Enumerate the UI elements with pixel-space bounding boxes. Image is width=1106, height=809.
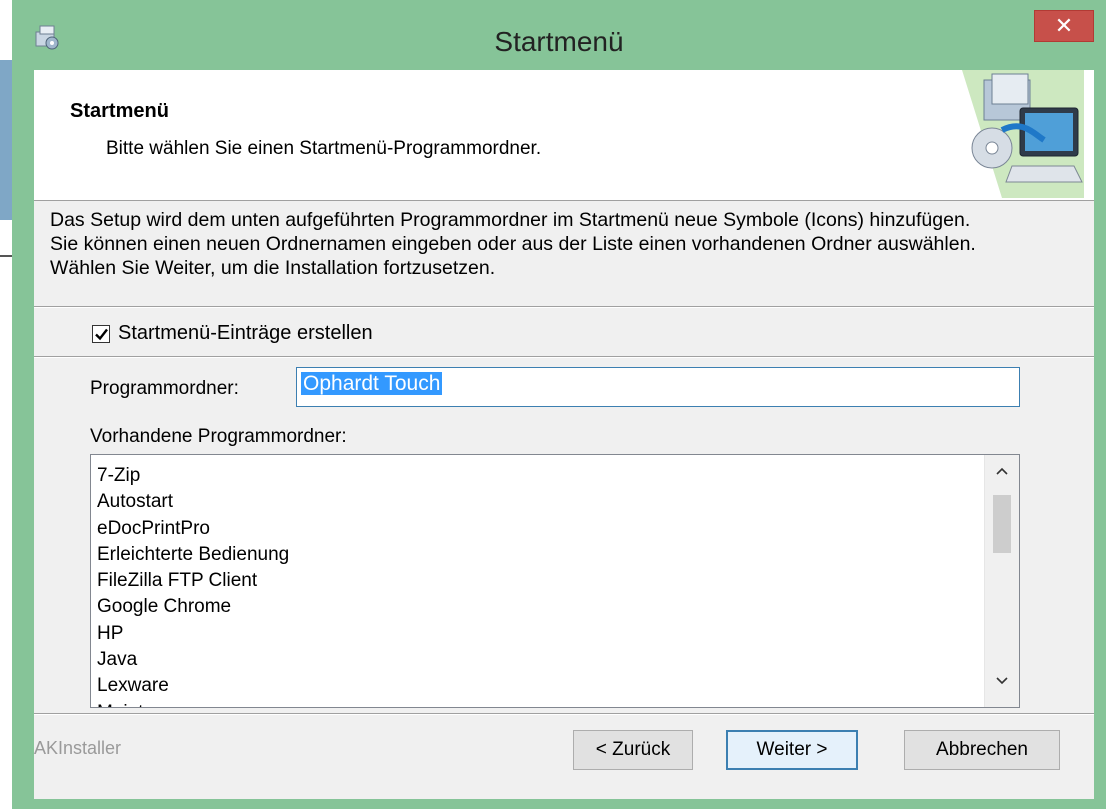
list-item[interactable]: 7-Zip [97,463,289,489]
list-item[interactable]: eDocPrintPro [97,516,289,542]
page-subtitle: Bitte wählen Sie einen Startmenü-Program… [106,138,542,159]
create-entries-checkbox-row[interactable]: Startmenü-Einträge erstellen [92,322,373,345]
divider [34,306,1094,308]
description-line: Sie können einen neuen Ordnernamen einge… [50,233,976,255]
wizard-header: Startmenü Bitte wählen Sie einen Startme… [34,70,1094,201]
back-button[interactable]: < Zurück [573,730,693,770]
install-computer-icon [962,70,1084,198]
divider [34,356,1094,358]
list-item[interactable]: Java [97,647,289,673]
list-item[interactable]: Erleichterte Bedienung [97,542,289,568]
scroll-up-icon[interactable] [985,463,1019,493]
cancel-button[interactable]: Abbrechen [904,730,1060,770]
window-title: Startmenü [494,26,624,57]
page-title: Startmenü [70,100,169,122]
list-item[interactable]: Google Chrome [97,594,289,620]
list-scrollbar[interactable] [984,455,1019,707]
list-items-container: 7-Zip Autostart eDocPrintPro Erleichterte B… [97,463,289,707]
list-item[interactable]: Maintenance [97,700,289,707]
list-item[interactable]: FileZilla FTP Client [97,568,289,594]
program-folder-input[interactable]: Ophardt Touch [296,367,1020,407]
existing-folders-list[interactable]: 7-Zip Autostart eDocPrintPro Erleichterte B… [90,454,1020,708]
next-button[interactable]: Weiter > [726,730,858,770]
list-item[interactable]: Autostart [97,489,289,515]
program-folder-label: Programmordner: [90,378,239,399]
checkmark-icon [95,328,108,340]
description-text: Das Setup wird dem unten aufgeführten Pr… [50,208,1090,280]
list-item[interactable]: HP [97,621,289,647]
description-line: Wählen Sie Weiter, um die Installation f… [50,257,496,279]
wizard-client-area: Startmenü Bitte wählen Sie einen Startme… [34,70,1094,799]
list-item[interactable]: Lexware [97,673,289,699]
installer-brand: AKInstaller [34,738,122,758]
description-line: Das Setup wird dem unten aufgeführten Pr… [50,209,971,231]
title-bar[interactable]: Startmenü ✕ [12,0,1106,70]
existing-folders-label: Vorhandene Programmordner: [90,426,347,447]
create-entries-checkbox[interactable] [92,324,110,343]
divider [34,713,1094,715]
scroll-thumb[interactable] [993,495,1011,553]
create-entries-label[interactable]: Startmenü-Einträge erstellen [118,322,373,345]
program-folder-value: Ophardt Touch [301,372,443,395]
setup-window: Startmenü ✕ Startmenü Bitte wählen Sie e… [12,0,1106,809]
scroll-down-icon[interactable] [985,673,1019,703]
close-button[interactable]: ✕ [1034,10,1094,42]
